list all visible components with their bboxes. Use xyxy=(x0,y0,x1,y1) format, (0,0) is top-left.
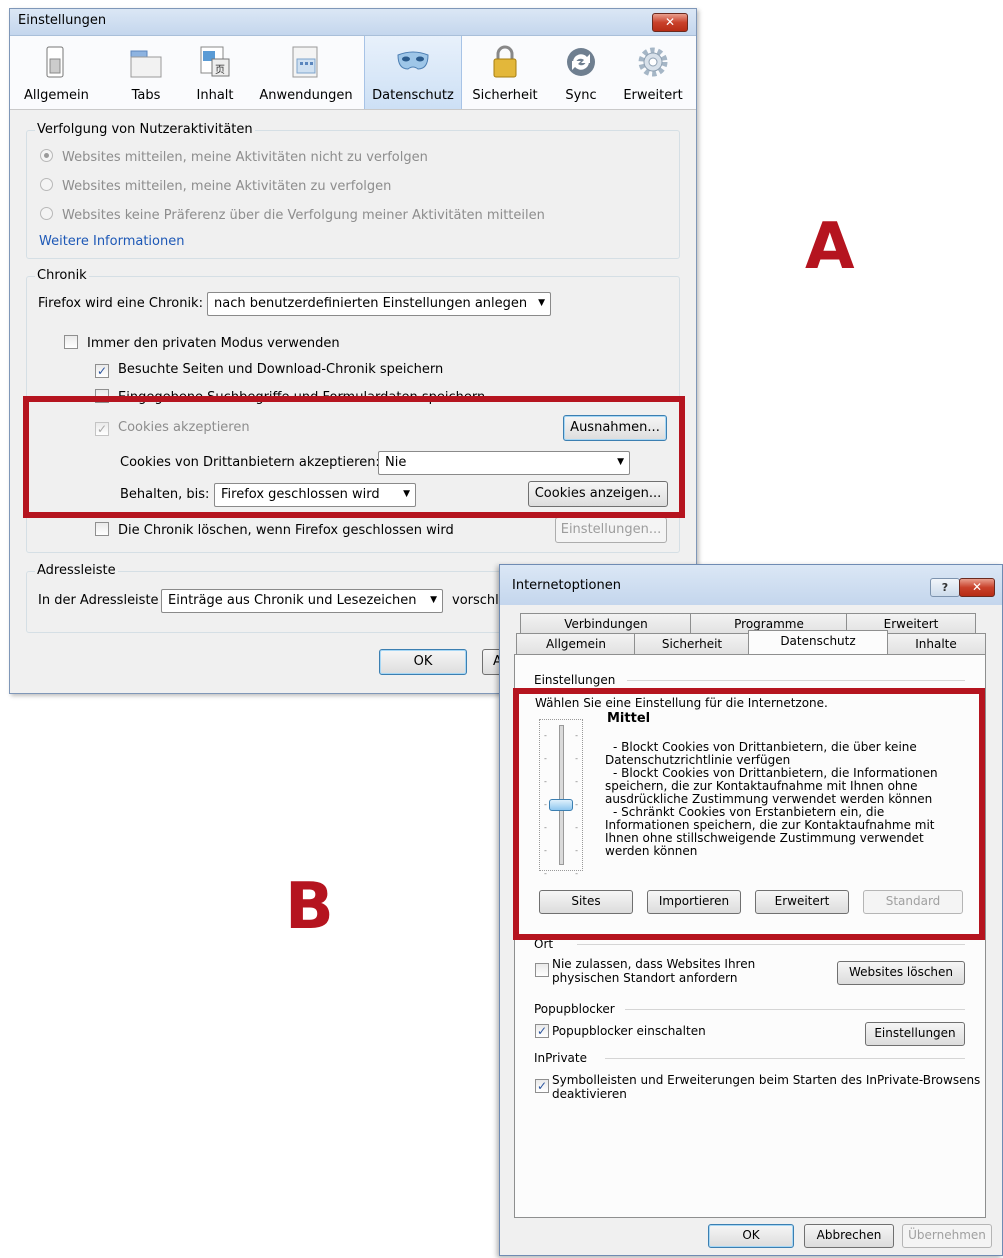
divider xyxy=(577,944,965,945)
addressbar-suffix: vorschl xyxy=(452,593,499,608)
addressbar-select[interactable]: Einträge aus Chronik und Lesezeichen ▼ xyxy=(161,589,443,613)
firefox-title-bar[interactable]: Einstellungen ✕ xyxy=(10,9,696,36)
tab-sicherheit[interactable]: Sicherheit xyxy=(468,36,542,109)
remember-history-checkbox[interactable]: ✓ Besuchte Seiten und Download-Chronik sp… xyxy=(95,362,443,378)
tab-sync[interactable]: Sync xyxy=(558,36,604,109)
divider xyxy=(627,680,965,681)
inprivate-section-title: InPrivate xyxy=(534,1051,587,1065)
padlock-icon xyxy=(493,45,517,78)
radio-button[interactable] xyxy=(40,207,53,220)
clear-websites-button[interactable]: Websites löschen xyxy=(837,961,965,985)
tab-anwendungen[interactable]: Anwendungen xyxy=(254,36,358,109)
history-mode-label: Firefox wird eine Chronik: xyxy=(38,296,203,311)
tab-label: Sync xyxy=(565,88,597,103)
private-mode-checkbox[interactable]: Immer den privaten Modus verwenden xyxy=(64,335,340,351)
tab-sicherheit-ie[interactable]: Sicherheit xyxy=(634,633,750,654)
firefox-toolbar: Allgemein Tabs 页 Inhalt Anwendungen Date… xyxy=(10,36,696,110)
ie-title: Internetoptionen xyxy=(512,578,621,593)
clear-on-close-checkbox[interactable]: Die Chronik löschen, wenn Firefox geschl… xyxy=(95,522,454,538)
svg-text:页: 页 xyxy=(215,64,225,76)
ie-apply-button[interactable]: Übernehmen xyxy=(902,1224,992,1248)
chevron-down-icon: ▼ xyxy=(538,298,545,308)
tab-verbindungen[interactable]: Verbindungen xyxy=(520,613,692,634)
tab-inhalt[interactable]: 页 Inhalt xyxy=(190,36,240,109)
mask-icon xyxy=(397,51,429,70)
chevron-down-icon: ▼ xyxy=(430,595,437,605)
applications-icon xyxy=(292,46,318,78)
addressbar-label: In der Adressleiste xyxy=(38,593,159,608)
tab-datenschutz-ie[interactable]: Datenschutz xyxy=(748,630,888,654)
switch-icon xyxy=(46,46,64,78)
tab-label: Erweitert xyxy=(623,88,683,103)
popup-settings-button[interactable]: Einstellungen xyxy=(865,1022,965,1046)
tracking-option-track[interactable]: Websites mitteilen, meine Aktivitäten zu… xyxy=(40,178,391,194)
tab-tabs[interactable]: Tabs xyxy=(122,36,170,109)
more-info-link[interactable]: Weitere Informationen xyxy=(39,234,184,249)
annotation-label-b: B xyxy=(285,870,334,944)
firefox-close-button[interactable]: ✕ xyxy=(652,13,688,32)
tab-label: Allgemein xyxy=(24,88,89,103)
divider xyxy=(625,1009,965,1010)
tab-label: Sicherheit xyxy=(472,88,538,103)
close-icon: ✕ xyxy=(664,15,676,29)
ok-button[interactable]: OK xyxy=(379,649,467,675)
tracking-option-no-preference[interactable]: Websites keine Präferenz über die Verfol… xyxy=(40,207,545,223)
history-group-title: Chronik xyxy=(35,268,89,283)
highlight-box-a xyxy=(23,396,685,518)
location-checkbox[interactable] xyxy=(535,963,549,977)
annotation-label-a: A xyxy=(805,210,855,284)
tab-allgemein-ie[interactable]: Allgemein xyxy=(516,633,636,654)
popup-blocker-label: Popupblocker einschalten xyxy=(552,1024,706,1038)
history-mode-select[interactable]: nach benutzerdefinierten Einstellungen a… xyxy=(207,292,551,316)
firefox-title: Einstellungen xyxy=(18,13,107,28)
tab-label: Tabs xyxy=(131,88,161,103)
sync-icon xyxy=(567,48,595,76)
divider xyxy=(605,1058,965,1059)
radio-button[interactable] xyxy=(40,178,53,191)
addressbar-group-title: Adressleiste xyxy=(35,563,118,578)
help-button[interactable]: ? xyxy=(930,578,960,597)
ie-ok-button[interactable]: OK xyxy=(708,1224,794,1248)
popup-blocker-checkbox[interactable]: ✓ xyxy=(535,1024,549,1038)
content-icon: 页 xyxy=(200,46,230,77)
ie-cancel-button[interactable]: Abbrechen xyxy=(804,1224,894,1248)
tracking-option-do-not-track[interactable]: Websites mitteilen, meine Aktivitäten ni… xyxy=(40,149,428,165)
tabs-icon xyxy=(130,50,162,78)
ie-title-bar[interactable]: Internetoptionen ? ✕ xyxy=(500,565,1002,605)
tab-datenschutz[interactable]: Datenschutz xyxy=(364,36,462,109)
inprivate-checkbox-label: Symbolleisten und Erweiterungen beim Sta… xyxy=(552,1073,981,1101)
history-settings-button[interactable]: Einstellungen... xyxy=(555,517,667,543)
radio-button[interactable] xyxy=(40,149,53,162)
tab-label: Anwendungen xyxy=(259,88,353,103)
settings-section-title: Einstellungen xyxy=(534,673,616,687)
tab-erweitert[interactable]: Erweitert xyxy=(620,36,686,109)
tab-label: Inhalt xyxy=(196,88,234,103)
tab-inhalte[interactable]: Inhalte xyxy=(886,633,986,654)
gear-icon xyxy=(638,47,668,77)
tab-label: Datenschutz xyxy=(372,88,454,103)
ie-close-button[interactable]: ✕ xyxy=(959,578,995,597)
tracking-group-title: Verfolgung von Nutzeraktivitäten xyxy=(35,122,255,137)
highlight-box-b xyxy=(513,688,985,940)
close-icon: ✕ xyxy=(971,580,983,594)
inprivate-checkbox[interactable]: ✓ xyxy=(535,1079,549,1093)
location-checkbox-label: Nie zulassen, dass Websites Ihren physisc… xyxy=(552,957,756,985)
tab-allgemein[interactable]: Allgemein xyxy=(24,36,89,109)
popup-section-title: Popupblocker xyxy=(534,1002,615,1016)
help-icon: ? xyxy=(941,581,949,594)
